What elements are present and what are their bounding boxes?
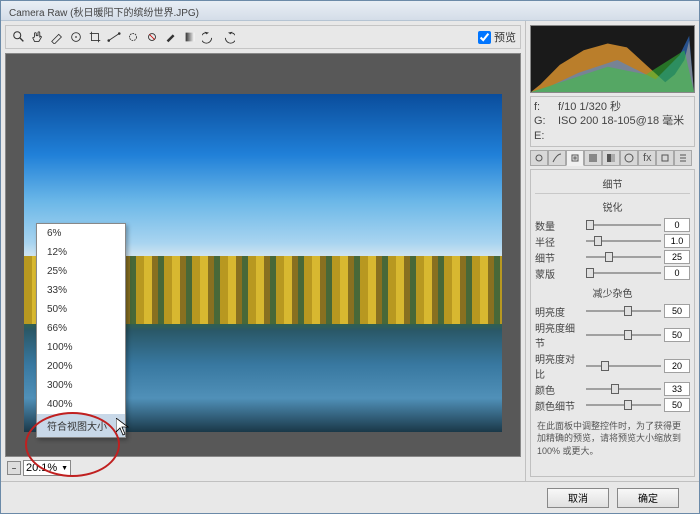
zoom-menu-item[interactable]: 300% — [37, 376, 125, 395]
zoom-menu: 6%12%25%33%50%66%100%200%300%400%符合视图大小 — [36, 223, 126, 438]
window-title: Camera Raw (秋日暖阳下的缤纷世界.JPG) — [1, 1, 699, 21]
noise-value[interactable]: 20 — [664, 359, 690, 373]
sharpen-label: 蒙版 — [535, 266, 583, 281]
sharpen-slider-row: 数量 0 — [535, 218, 690, 233]
tab-curve[interactable] — [548, 150, 566, 166]
panel-title: 细节 — [535, 174, 690, 194]
chevron-down-icon: ▼ — [61, 465, 68, 472]
sampler-tool-icon[interactable] — [67, 28, 85, 46]
sharpen-label: 细节 — [535, 250, 583, 265]
sharpen-value[interactable]: 25 — [664, 250, 690, 264]
sharpen-slider-row: 蒙版 0 — [535, 266, 690, 281]
redeye-tool-icon[interactable] — [143, 28, 161, 46]
noise-label: 颜色细节 — [535, 398, 583, 413]
noise-value[interactable]: 50 — [664, 304, 690, 318]
hint-text: 在此面板中调整控件时，为了获得更加精确的预览，请将预览大小缩放到 100% 或更… — [535, 414, 690, 464]
zoom-menu-item[interactable]: 6% — [37, 224, 125, 243]
preview-check-input[interactable] — [478, 31, 491, 44]
zoom-tool-icon[interactable] — [10, 28, 28, 46]
noise-slider-row: 明亮度 50 — [535, 304, 690, 319]
tab-hsl[interactable] — [584, 150, 602, 166]
zoom-dropdown[interactable]: 20.1% ▼ — [23, 460, 71, 476]
sharpen-slider[interactable] — [586, 235, 661, 247]
gradient-tool-icon[interactable] — [181, 28, 199, 46]
sharpen-title: 锐化 — [535, 197, 690, 216]
tab-preset[interactable] — [674, 150, 692, 166]
spot-tool-icon[interactable] — [124, 28, 142, 46]
sharpen-slider[interactable] — [586, 251, 661, 263]
exif-row: G:ISO 200 18-105@18 毫米 — [534, 114, 691, 128]
zoom-out-button[interactable]: − — [7, 461, 21, 475]
zoom-menu-item[interactable]: 400% — [37, 395, 125, 414]
noise-slider[interactable] — [586, 305, 661, 317]
zoom-menu-item[interactable]: 符合视图大小 — [37, 414, 125, 437]
noise-slider[interactable] — [586, 329, 661, 341]
sharpen-value[interactable]: 1.0 — [664, 234, 690, 248]
noise-value[interactable]: 50 — [664, 328, 690, 342]
tab-fx[interactable]: fx — [638, 150, 656, 166]
zoom-menu-item[interactable]: 100% — [37, 338, 125, 357]
straighten-tool-icon[interactable] — [105, 28, 123, 46]
sharpen-label: 半径 — [535, 234, 583, 249]
cursor-icon — [116, 418, 130, 436]
noise-slider[interactable] — [586, 383, 661, 395]
sharpen-slider[interactable] — [586, 267, 661, 279]
toolbar: 预览 — [5, 25, 521, 49]
preview-checkbox[interactable]: 预览 — [478, 29, 516, 45]
preview-label: 预览 — [494, 29, 516, 45]
noise-slider-row: 明亮度细节 50 — [535, 320, 690, 350]
footer: 取消 确定 — [1, 481, 699, 513]
sharpen-slider[interactable] — [586, 219, 661, 231]
noise-label: 明亮度 — [535, 304, 583, 319]
zoom-menu-item[interactable]: 12% — [37, 243, 125, 262]
tab-split[interactable] — [602, 150, 620, 166]
noise-slider-row: 明亮度对比 20 — [535, 351, 690, 381]
detail-panel: 细节 锐化 数量0半径1.0细节25蒙版0 减少杂色 明亮度50明亮度细节50明… — [530, 169, 695, 477]
exif-row: E: — [534, 129, 691, 143]
noise-value[interactable]: 33 — [664, 382, 690, 396]
sharpen-slider-row: 细节 25 — [535, 250, 690, 265]
canvas[interactable]: 6%12%25%33%50%66%100%200%300%400%符合视图大小 — [5, 53, 521, 457]
exif-row: f:f/10 1/320 秒 — [534, 100, 691, 114]
tab-lens[interactable] — [620, 150, 638, 166]
noise-label: 明亮度细节 — [535, 320, 583, 350]
noise-slider[interactable] — [586, 360, 661, 372]
noise-label: 颜色 — [535, 382, 583, 397]
rotate-ccw-icon[interactable] — [200, 28, 218, 46]
noise-slider-row: 颜色细节 50 — [535, 398, 690, 413]
noise-title: 减少杂色 — [535, 283, 690, 302]
zoom-menu-item[interactable]: 33% — [37, 281, 125, 300]
zoom-menu-item[interactable]: 66% — [37, 319, 125, 338]
sharpen-value[interactable]: 0 — [664, 218, 690, 232]
tab-strip: fx — [530, 150, 695, 166]
ok-button[interactable]: 确定 — [617, 488, 679, 508]
zoom-bar: − 20.1% ▼ — [5, 459, 521, 477]
noise-label: 明亮度对比 — [535, 351, 583, 381]
exif-panel: f:f/10 1/320 秒G:ISO 200 18-105@18 毫米E: — [530, 96, 695, 147]
sharpen-value[interactable]: 0 — [664, 266, 690, 280]
wb-tool-icon[interactable] — [48, 28, 66, 46]
brush-tool-icon[interactable] — [162, 28, 180, 46]
cancel-button[interactable]: 取消 — [547, 488, 609, 508]
sharpen-label: 数量 — [535, 218, 583, 233]
noise-slider[interactable] — [586, 399, 661, 411]
hand-tool-icon[interactable] — [29, 28, 47, 46]
crop-tool-icon[interactable] — [86, 28, 104, 46]
noise-value[interactable]: 50 — [664, 398, 690, 412]
zoom-menu-item[interactable]: 200% — [37, 357, 125, 376]
tab-cal[interactable] — [656, 150, 674, 166]
histogram[interactable] — [530, 25, 695, 93]
tab-detail[interactable] — [566, 150, 584, 166]
noise-slider-row: 颜色 33 — [535, 382, 690, 397]
tab-basic[interactable] — [530, 150, 548, 166]
zoom-menu-item[interactable]: 50% — [37, 300, 125, 319]
svg-text:fx: fx — [643, 153, 652, 163]
rotate-cw-icon[interactable] — [219, 28, 237, 46]
zoom-value: 20.1% — [26, 462, 57, 474]
sharpen-slider-row: 半径 1.0 — [535, 234, 690, 249]
zoom-menu-item[interactable]: 25% — [37, 262, 125, 281]
